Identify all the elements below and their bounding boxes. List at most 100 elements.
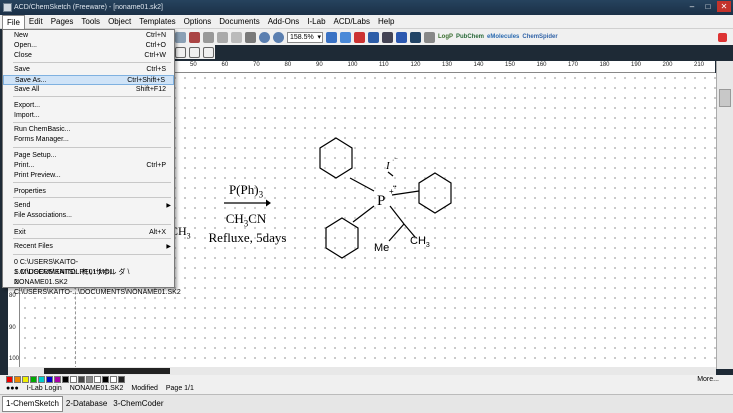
menu-acdlabs[interactable]: ACD/Labs (330, 15, 374, 29)
color-swatch[interactable] (118, 376, 125, 383)
copy-icon[interactable] (217, 31, 228, 43)
zoom-select[interactable]: 158.5% (287, 31, 323, 43)
menu-item-label: Open... (14, 42, 37, 49)
menu-item-print-preview[interactable]: Print Preview... (3, 171, 174, 181)
menu-item-send[interactable]: Send ▶ (3, 201, 174, 211)
cut-icon[interactable] (203, 31, 214, 43)
menu-item-label: Save All (14, 86, 40, 93)
menu-object[interactable]: Object (104, 15, 135, 29)
menu-documents[interactable]: Documents (215, 15, 263, 29)
menu-item-import[interactable]: Import... (3, 111, 174, 121)
menu-help[interactable]: Help (374, 15, 398, 29)
undo-icon[interactable] (175, 31, 186, 43)
minimize-button[interactable]: – (685, 1, 699, 12)
color-swatch[interactable] (102, 376, 109, 383)
chemspider-button[interactable]: ChemSpider (522, 34, 557, 40)
menu-addons[interactable]: Add-Ons (264, 15, 304, 29)
color-swatch[interactable] (38, 376, 45, 383)
menu-item-print[interactable]: Print... Ctrl+P (3, 161, 174, 171)
color-swatch[interactable] (94, 376, 101, 383)
menu-ilab[interactable]: I-Lab (303, 15, 329, 29)
menu-item-export[interactable]: Export... (3, 101, 174, 111)
paste-icon[interactable] (231, 31, 242, 43)
menu-item-open[interactable]: Open... Ctrl+O (3, 41, 174, 51)
color-swatch[interactable] (78, 376, 85, 383)
close-button[interactable]: ✕ (717, 1, 731, 12)
vertical-scrollbar[interactable] (716, 61, 733, 369)
color-swatch[interactable] (62, 376, 69, 383)
close-document-icon[interactable] (718, 32, 727, 42)
eraser-icon[interactable] (189, 31, 200, 43)
zoom-out-icon[interactable] (273, 31, 284, 43)
recent-file-item[interactable]: 1 C:\USERS\KAITO...れいサホル ダ \ NONAME01.SK… (3, 268, 174, 286)
menu-item-label: Import... (14, 112, 40, 119)
menu-item-run-chembasic[interactable]: Run ChemBasic... (3, 125, 174, 135)
menu-item-exit[interactable]: Exit Alt+X (3, 228, 174, 238)
flip-icon[interactable] (203, 46, 214, 58)
color-swatch[interactable] (30, 376, 37, 383)
menu-separator (13, 62, 171, 63)
color-swatch[interactable] (14, 376, 21, 383)
logp-button[interactable]: LogP (438, 34, 453, 40)
tab-database[interactable]: 2-Database (63, 397, 110, 411)
menu-tools[interactable]: Tools (77, 15, 104, 29)
calculate-icon[interactable] (382, 31, 393, 43)
inchi-icon[interactable] (410, 31, 421, 43)
ruler-tick-label: 50 (190, 62, 197, 68)
main-toolbar: 158.5% LogP PubChem eMolecules ChemSpide… (175, 29, 733, 45)
menu-options[interactable]: Options (180, 15, 216, 29)
horizontal-scroll-thumb[interactable] (44, 368, 170, 374)
recent-file-item[interactable]: 2 C:\USERS\KAITO-...\DOCUMENTS\NONAME01.… (3, 278, 181, 296)
menu-item-save[interactable]: Save Ctrl+S (3, 65, 174, 75)
menu-item-save-as[interactable]: Save As... Ctrl+Shift+S (3, 75, 174, 85)
group-icon[interactable] (189, 46, 200, 58)
menu-item-page-setup[interactable]: Page Setup... (3, 151, 174, 161)
menu-item-forms-manager[interactable]: Forms Manager... (3, 135, 174, 145)
menu-bar: File Edit Pages Tools Object Templates O… (0, 14, 733, 29)
methyl-me-label: Me (374, 242, 389, 254)
align-icon[interactable] (175, 46, 186, 58)
tab-chemsketch[interactable]: 1-ChemSketch (2, 396, 63, 412)
color-swatch[interactable] (70, 376, 77, 383)
horizontal-scrollbar[interactable] (8, 367, 716, 375)
ilab-login-link[interactable]: I-Lab Login (27, 384, 62, 394)
menu-pages[interactable]: Pages (47, 15, 78, 29)
delete-icon[interactable] (245, 31, 256, 43)
menu-item-label: Forms Manager... (14, 136, 69, 143)
emolecules-button[interactable]: eMolecules (487, 34, 519, 40)
recent-file-item[interactable]: 0 C:\USERS\KAITO-S.M\DOCUMENTS\LPE01.MOL (3, 258, 174, 276)
more-colors-button[interactable]: More... (697, 376, 719, 383)
spectrum-icon[interactable] (424, 31, 435, 43)
image-icon[interactable] (340, 31, 351, 43)
menu-file[interactable]: File (2, 14, 25, 29)
pubchem-button[interactable]: PubChem (456, 34, 484, 40)
ruler-tick-label: 70 (253, 62, 260, 68)
color-swatch[interactable] (46, 376, 53, 383)
menu-item-properties[interactable]: Properties (3, 187, 174, 197)
menu-item-close[interactable]: Close Ctrl+W (3, 51, 174, 61)
3d-view-icon[interactable] (354, 31, 365, 43)
name-icon[interactable] (396, 31, 407, 43)
menu-item-new[interactable]: New Ctrl+N (3, 31, 174, 41)
zoom-in-icon[interactable] (259, 31, 270, 43)
menu-separator (13, 224, 171, 225)
menu-item-recent-files[interactable]: Recent Files ▶ (3, 242, 174, 252)
ruler-tick-label: 200 (662, 62, 673, 68)
vertical-scroll-thumb[interactable] (719, 89, 731, 107)
menu-item-save-all[interactable]: Save All Shift+F12 (3, 85, 174, 95)
table-icon[interactable] (368, 31, 379, 43)
ruler-tick-label: 190 (631, 62, 642, 68)
ruler-tick-label: 160 (536, 62, 547, 68)
color-swatch[interactable] (110, 376, 117, 383)
ruler-tick-label: 130 (442, 62, 453, 68)
color-swatch[interactable] (6, 376, 13, 383)
tab-chemcoder[interactable]: 3-ChemCoder (110, 397, 166, 411)
template-icon[interactable] (326, 31, 337, 43)
color-swatch[interactable] (54, 376, 61, 383)
color-swatch[interactable] (22, 376, 29, 383)
menu-templates[interactable]: Templates (135, 15, 179, 29)
menu-edit[interactable]: Edit (25, 15, 47, 29)
maximize-button[interactable]: □ (701, 1, 715, 12)
color-swatch[interactable] (86, 376, 93, 383)
menu-item-file-associations[interactable]: File Associations... (3, 211, 174, 221)
